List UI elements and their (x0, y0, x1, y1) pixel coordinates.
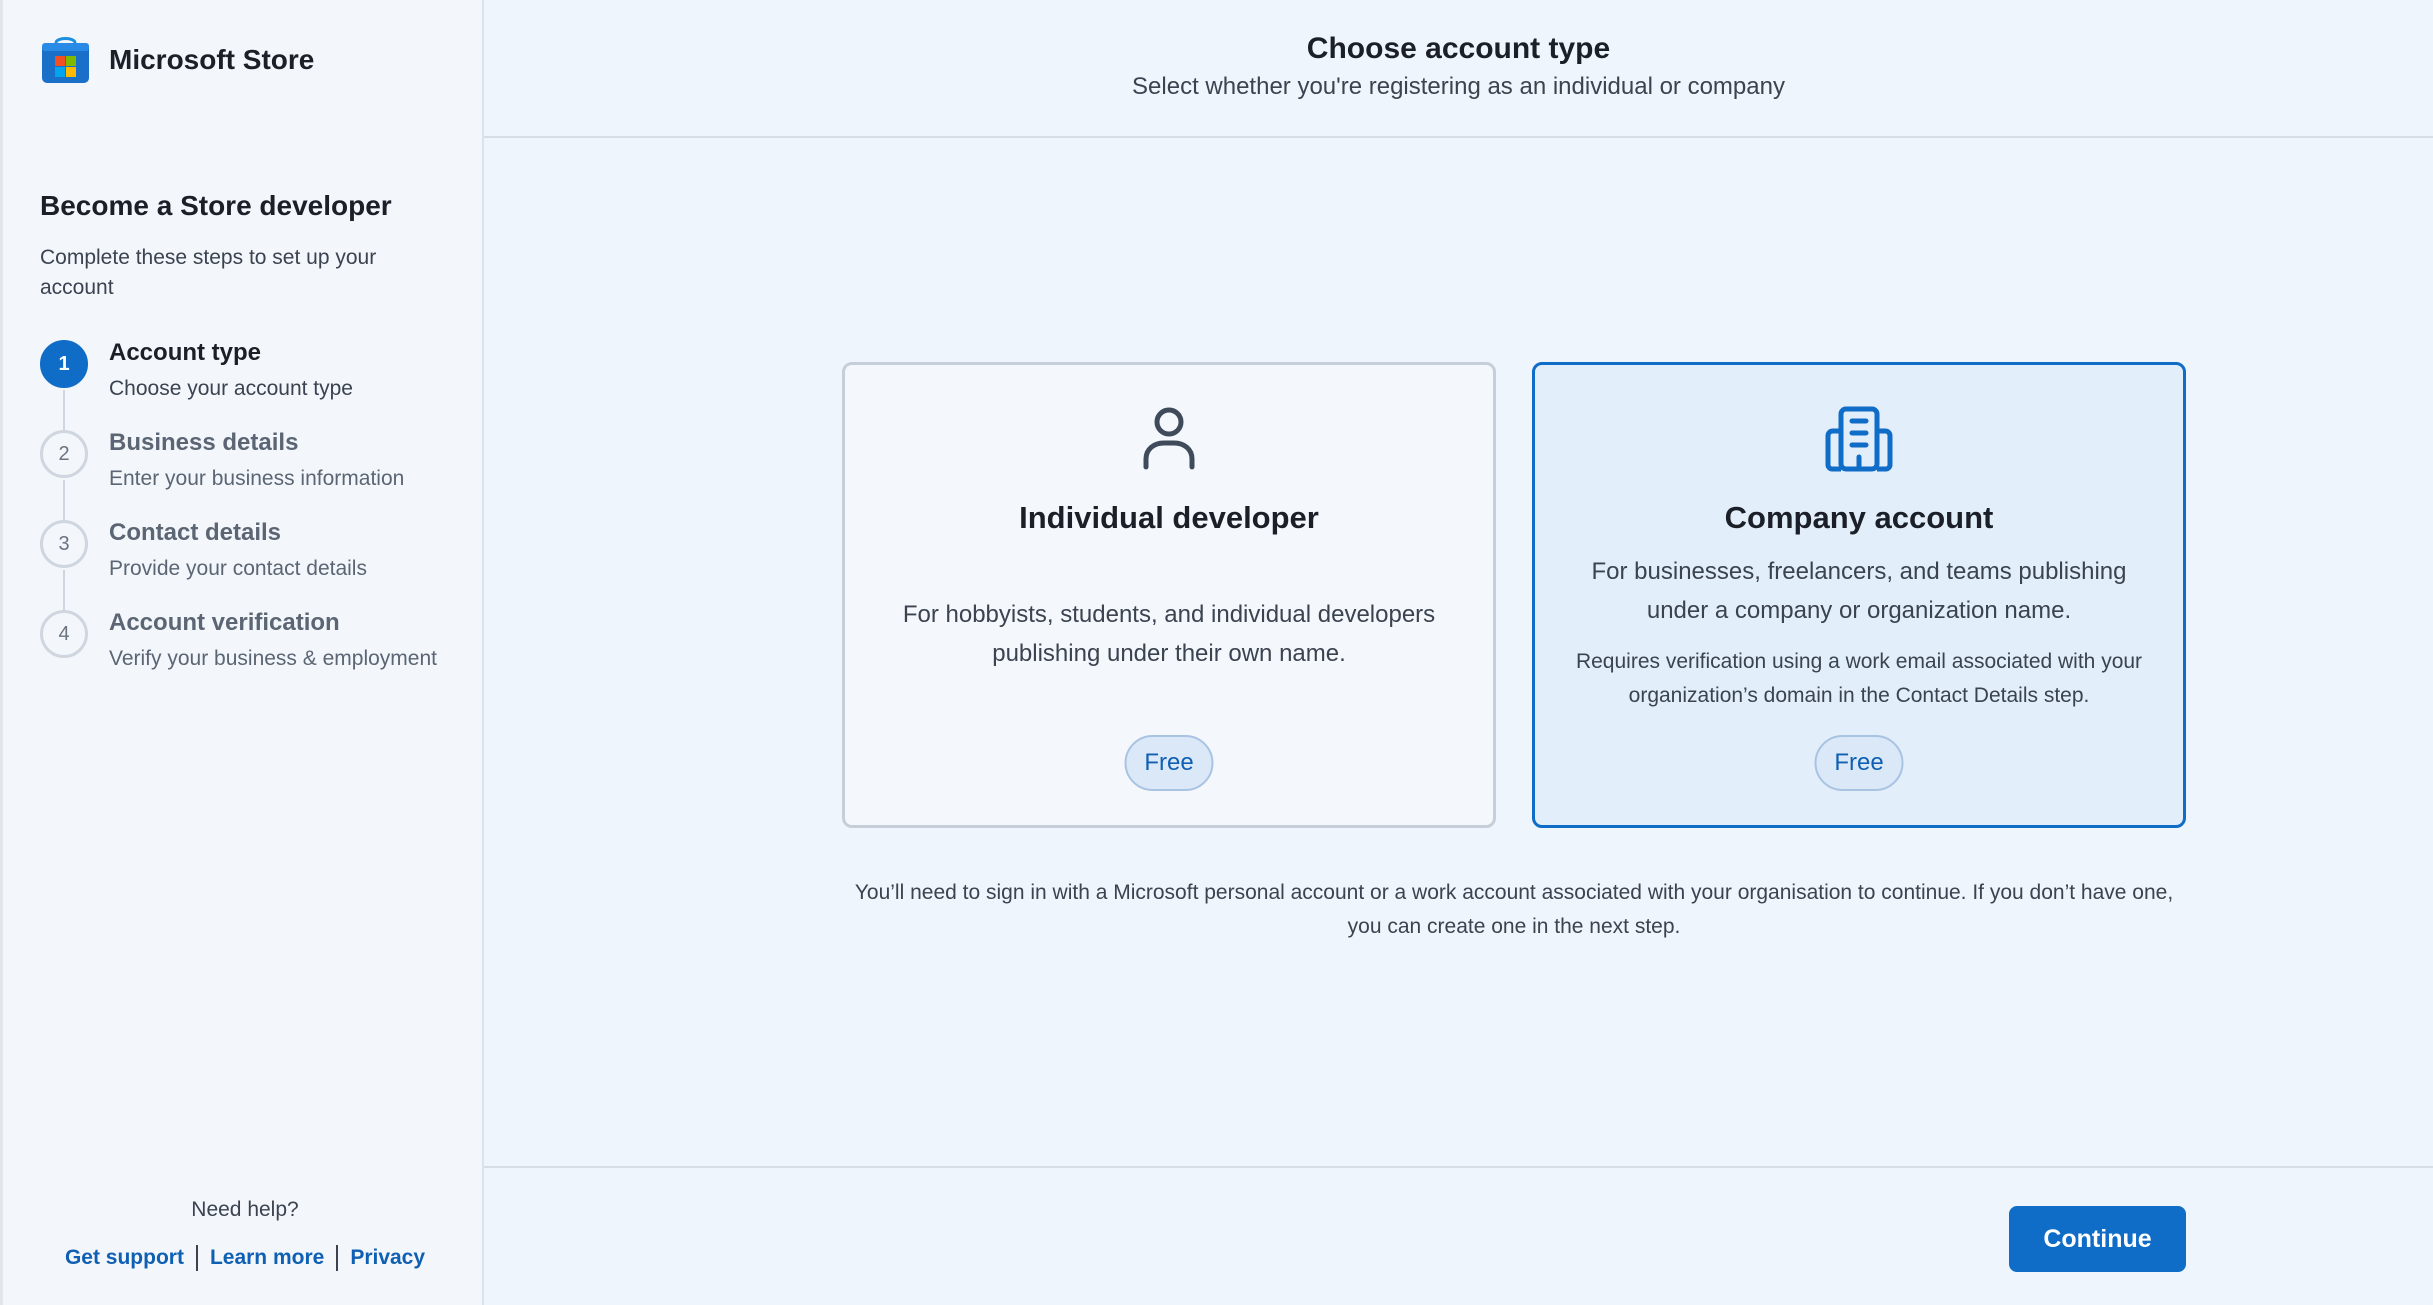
step-description: Verify your business & employment (109, 647, 437, 670)
step-business-details[interactable]: 2 Business details Enter your business i… (40, 428, 470, 518)
need-help-label: Need help? (191, 1198, 299, 1221)
continue-button[interactable]: Continue (2009, 1206, 2186, 1272)
card-description: For hobbyists, students, and individual … (902, 601, 1436, 667)
sidebar-subtitle: Complete these steps to set up your acco… (40, 246, 377, 299)
step-title: Account type (109, 339, 262, 366)
app-window: Microsoft Store Become a Store developer… (0, 0, 2433, 1305)
card-note: Requires verification using a work email… (1575, 650, 2143, 707)
step-title: Contact details (109, 519, 282, 546)
price-badge: Free (1124, 735, 1214, 791)
step-title: Account verification (109, 609, 340, 636)
step-number: 1 (40, 340, 88, 388)
step-description: Provide your contact details (109, 557, 367, 580)
card-title: Individual developer (1019, 500, 1319, 535)
sidebar: Microsoft Store Become a Store developer… (0, 0, 484, 1305)
sign-in-notice: You’ll need to sign in with a Microsoft … (854, 881, 2174, 938)
step-number: 2 (40, 430, 88, 478)
step-account-verification[interactable]: 4 Account verification Verify your busin… (40, 608, 470, 698)
individual-developer-card[interactable]: Individual developer For hobbyists, stud… (842, 362, 1496, 828)
card-title: Company account (1724, 500, 1994, 535)
sidebar-title: Become a Store developer (40, 190, 392, 221)
brand-name: Microsoft Store (109, 43, 315, 75)
link-divider (195, 1245, 198, 1271)
page-header: Choose account type Select whether you'r… (484, 0, 2433, 138)
microsoft-store-bag-icon (40, 34, 91, 85)
step-account-type[interactable]: 1 Account type Choose your account type (40, 338, 470, 428)
brand: Microsoft Store (40, 34, 314, 85)
price-badge: Free (1814, 735, 1904, 791)
building-icon (1535, 405, 2183, 475)
page-footer: Continue (484, 1166, 2433, 1305)
link-divider (336, 1245, 339, 1271)
get-support-link[interactable]: Get support (65, 1246, 184, 1270)
step-number: 3 (40, 520, 88, 568)
help-links: Get support Learn more Privacy (3, 1245, 487, 1271)
privacy-link[interactable]: Privacy (350, 1246, 425, 1270)
step-title: Business details (109, 429, 299, 456)
person-icon (845, 405, 1493, 475)
step-description: Choose your account type (109, 377, 353, 400)
company-account-card[interactable]: Company account For businesses, freelanc… (1532, 362, 2186, 828)
page-subtitle: Select whether you're registering as an … (1132, 73, 1785, 100)
main-content: Choose account type Select whether you'r… (484, 0, 2433, 1305)
page-title: Choose account type (1306, 32, 1611, 65)
step-number: 4 (40, 610, 88, 658)
card-description: For businesses, freelancers, and teams p… (1591, 558, 2127, 624)
step-contact-details[interactable]: 3 Contact details Provide your contact d… (40, 518, 470, 608)
learn-more-link[interactable]: Learn more (210, 1246, 324, 1270)
step-description: Enter your business information (109, 467, 405, 490)
